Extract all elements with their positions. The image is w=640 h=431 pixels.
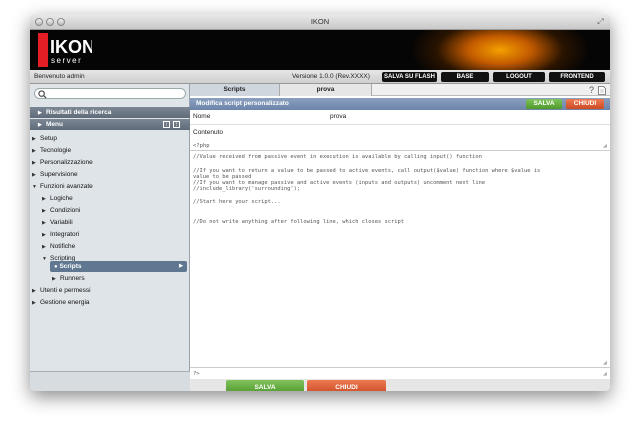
- version-text: Versione 1.0.0 (Rev.XXXX): [292, 73, 370, 80]
- sidebar: ▶ Risultati della ricerca ▶ Menu ⋮ ⋮ ▶ Setu…: [30, 84, 190, 391]
- sidebar-item-condizioni[interactable]: ▶ Condizioni: [42, 205, 80, 216]
- header-close-button[interactable]: CHIUDI: [566, 99, 604, 109]
- content-label: Contenuto: [193, 129, 223, 136]
- svg-text:server: server: [51, 56, 82, 65]
- sidebar-item-logiche[interactable]: ▶ Logiche: [42, 193, 73, 204]
- code-editor[interactable]: //Value received from passive event in e…: [190, 150, 610, 368]
- bullet-icon: ●: [54, 264, 58, 270]
- document-icon[interactable]: [598, 86, 606, 95]
- window-titlebar: IKON ⤢: [30, 14, 610, 30]
- code-line: //include_library('surrounding');: [193, 186, 301, 192]
- help-icon[interactable]: ?: [589, 85, 594, 95]
- header-save-button[interactable]: SALVA: [526, 99, 562, 109]
- base-button[interactable]: BASE: [441, 72, 489, 82]
- code-line: //Do not write anything after following …: [193, 219, 404, 225]
- fullscreen-icon[interactable]: ⤢: [596, 17, 605, 26]
- bottom-action-bar: SALVA CHIUDI: [190, 379, 610, 391]
- sidebar-item-integratori[interactable]: ▶ Integratori: [42, 229, 79, 240]
- resize-grip-icon[interactable]: ◢: [603, 144, 608, 149]
- sidebar-footer: [30, 371, 190, 391]
- app-window: IKON ⤢ IKON server Benvenuto admin Versi…: [30, 14, 610, 391]
- divider: [190, 124, 610, 125]
- sidebar-item-funzioni-avanzate[interactable]: ▼ Funzioni avanzate: [32, 181, 93, 192]
- chevron-right-icon: ▶: [179, 263, 183, 269]
- save-button[interactable]: SALVA: [226, 380, 304, 391]
- save-to-flash-button[interactable]: SALVA SU FLASH: [382, 72, 437, 82]
- top-bar: Benvenuto admin Versione 1.0.0 (Rev.XXXX…: [30, 70, 610, 84]
- sidebar-item-notifiche[interactable]: ▶ Notifiche: [42, 241, 75, 252]
- code-line: //Value received from passive event in e…: [193, 154, 482, 160]
- tab-scripts[interactable]: Scripts: [190, 84, 280, 96]
- name-field[interactable]: prova: [330, 113, 346, 120]
- menu-header[interactable]: ▶ Menu ⋮ ⋮: [30, 119, 190, 130]
- sidebar-item-runners[interactable]: ▶ Runners: [52, 273, 85, 284]
- sidebar-item-scripts[interactable]: ● Scripts ▶: [50, 261, 187, 272]
- resize-grip-icon[interactable]: ◢: [603, 372, 608, 377]
- name-label: Nome: [193, 113, 211, 120]
- tab-bar: Scripts prova ?: [190, 84, 610, 96]
- svg-text:IKON: IKON: [50, 37, 92, 57]
- sidebar-item-setup[interactable]: ▶ Setup: [32, 133, 57, 144]
- logout-button[interactable]: LOGOUT: [493, 72, 545, 82]
- expand-all-icon[interactable]: ⋮: [163, 121, 170, 128]
- resize-grip-icon[interactable]: ◢: [603, 361, 608, 366]
- ikon-logo: IKON server: [38, 33, 92, 67]
- panel-header: Modifica script personalizzato SALVA CHI…: [190, 98, 610, 110]
- sidebar-item-personalizzazione[interactable]: ▶ Personalizzazione: [32, 157, 93, 168]
- header-banner: IKON server: [30, 30, 610, 70]
- code-open-tag: <?php: [193, 143, 210, 149]
- sidebar-item-gestione-energia[interactable]: ▶ Gestione energia: [32, 297, 90, 308]
- sidebar-item-utenti-e-permessi[interactable]: ▶ Utenti e permessi: [32, 285, 91, 296]
- tab-prova[interactable]: prova: [280, 84, 372, 96]
- search-input[interactable]: [34, 88, 186, 99]
- code-line: //Start here your script...: [193, 199, 281, 205]
- welcome-text: Benvenuto admin: [34, 73, 85, 80]
- search-results-header[interactable]: ▶ Risultati della ricerca: [30, 107, 190, 118]
- sidebar-item-variabili[interactable]: ▶ Variabili: [42, 217, 73, 228]
- sidebar-item-tecnologie[interactable]: ▶ Tecnologie: [32, 145, 71, 156]
- window-title: IKON: [310, 17, 330, 26]
- sidebar-item-supervisione[interactable]: ▶ Supervisione: [32, 169, 78, 180]
- frontend-button[interactable]: FRONTEND: [549, 72, 605, 82]
- code-close-tag: ?>: [193, 371, 200, 377]
- close-button[interactable]: CHIUDI: [307, 380, 386, 391]
- search-icon: [38, 90, 47, 99]
- collapse-all-icon[interactable]: ⋮: [173, 121, 180, 128]
- main-panel: Scripts prova ? Modifica script personal…: [190, 84, 610, 391]
- panel-title: Modifica script personalizzato: [196, 100, 289, 107]
